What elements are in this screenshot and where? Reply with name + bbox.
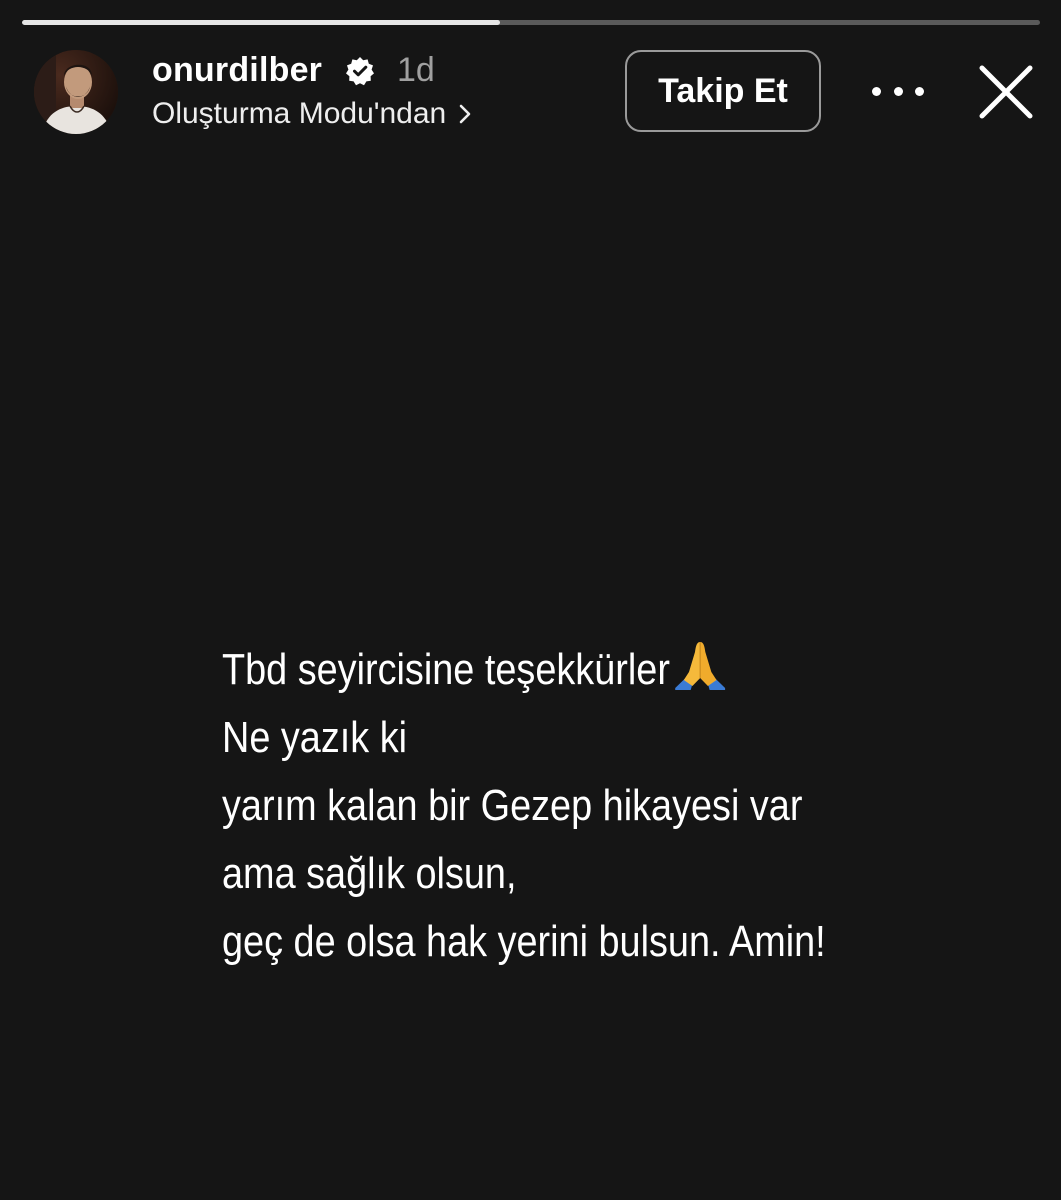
more-options-button[interactable] xyxy=(872,76,924,106)
more-dot xyxy=(893,86,903,96)
story-line-1-text: Tbd seyircisine teşekkürler xyxy=(222,645,670,694)
verified-badge-icon xyxy=(346,57,374,86)
creation-mode-link[interactable]: Oluşturma Modu'ndan xyxy=(152,96,472,132)
follow-button[interactable]: Takip Et xyxy=(625,50,821,132)
story-progress-fill xyxy=(22,20,501,25)
username[interactable]: onurdilber xyxy=(152,50,322,90)
more-dot xyxy=(915,86,924,96)
story-line-5: geç de olsa hak yerini bulsun. Amin! xyxy=(222,917,826,966)
folded-hands-emoji xyxy=(675,642,725,690)
subtitle-text: Oluşturma Modu'ndan xyxy=(152,97,447,130)
story-text: Tbd seyircisine teşekkürler Ne yazık ki … xyxy=(222,636,893,976)
avatar[interactable] xyxy=(34,50,118,134)
story-line-2: Ne yazık ki xyxy=(222,713,408,762)
story-line-3: yarım kalan bir Gezep hikayesi var xyxy=(222,781,803,830)
story-viewer[interactable]: onurdilber 1d Oluşturma Modu'ndan Takip … xyxy=(0,0,1061,1200)
chevron-right-icon xyxy=(459,104,471,124)
close-icon[interactable] xyxy=(976,62,1036,122)
post-time: 1d xyxy=(397,51,435,89)
story-line-1: Tbd seyircisine teşekkürler xyxy=(222,636,893,704)
story-line-4: ama sağlık olsun, xyxy=(222,849,517,898)
story-progress-bar xyxy=(22,20,1040,25)
more-dots-icon xyxy=(872,86,881,96)
